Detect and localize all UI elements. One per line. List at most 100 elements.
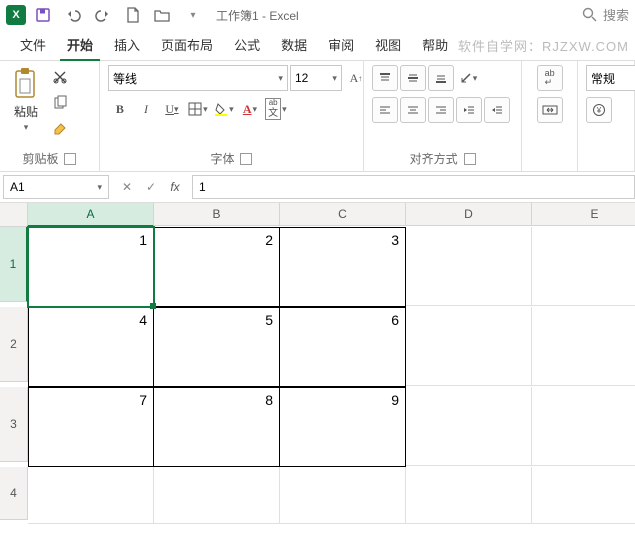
cell-A4[interactable] <box>28 467 154 524</box>
cell-A2[interactable]: 4 <box>28 307 154 387</box>
undo-button[interactable] <box>60 2 86 28</box>
spreadsheet-grid: A B C D E 1 1 2 3 2 4 5 6 3 7 8 9 4 <box>0 203 635 524</box>
italic-button[interactable]: I <box>134 97 158 121</box>
formula-value: 1 <box>199 180 206 194</box>
number-format-select[interactable]: 常规 <box>586 65 635 91</box>
paste-label: 粘贴 <box>14 103 38 120</box>
decrease-indent-button[interactable] <box>456 97 482 123</box>
col-header-E[interactable]: E <box>532 203 635 226</box>
underline-button[interactable]: U ▾ <box>160 97 184 121</box>
font-dialog-launcher[interactable] <box>240 153 252 165</box>
formula-bar[interactable]: 1 <box>192 175 635 199</box>
cell-B2[interactable]: 5 <box>154 307 280 387</box>
cell-D1[interactable] <box>406 227 532 306</box>
font-name-value: 等线 <box>113 70 137 87</box>
cell-C2[interactable]: 6 <box>280 307 406 387</box>
paste-button[interactable]: 粘贴 ▾ <box>8 65 44 135</box>
row-header-3[interactable]: 3 <box>0 387 28 462</box>
currency-button[interactable]: ¥ <box>586 97 612 123</box>
align-middle-button[interactable] <box>400 65 426 91</box>
cell-E4[interactable] <box>532 467 635 524</box>
align-center-button[interactable] <box>400 97 426 123</box>
open-button[interactable] <box>150 2 176 28</box>
col-header-A[interactable]: A <box>28 203 154 227</box>
tab-insert[interactable]: 插入 <box>104 29 150 60</box>
svg-text:¥: ¥ <box>596 106 602 115</box>
cell-D3[interactable] <box>406 387 532 466</box>
chevron-down-icon: ▾ <box>97 182 102 193</box>
font-size-value: 12 <box>295 71 308 85</box>
watermark-text: 软件自学网：RJZXW.COM <box>458 36 629 55</box>
tab-home[interactable]: 开始 <box>57 29 103 60</box>
cell-E2[interactable] <box>532 307 635 386</box>
cell-C1[interactable]: 3 <box>280 227 406 307</box>
tab-file[interactable]: 文件 <box>10 29 56 60</box>
merge-center-button[interactable] <box>537 97 563 123</box>
align-top-button[interactable] <box>372 65 398 91</box>
cell-A1[interactable]: 1 <box>28 227 154 307</box>
bold-button[interactable]: B <box>108 97 132 121</box>
clipboard-dialog-launcher[interactable] <box>64 153 76 165</box>
redo-button[interactable] <box>90 2 116 28</box>
font-name-select[interactable]: 等线 ▾ <box>108 65 288 91</box>
row-header-4[interactable]: 4 <box>0 467 28 520</box>
cell-A3[interactable]: 7 <box>28 387 154 467</box>
cancel-formula-button[interactable]: ✕ <box>116 176 138 198</box>
row-header-2[interactable]: 2 <box>0 307 28 382</box>
col-header-C[interactable]: C <box>280 203 406 226</box>
fill-color-button[interactable]: ▾ <box>212 97 236 121</box>
align-group-label: 对齐方式 <box>410 150 458 167</box>
copy-button[interactable] <box>48 91 72 115</box>
clipboard-icon <box>12 67 40 101</box>
cell-B4[interactable] <box>154 467 280 524</box>
save-button[interactable] <box>30 2 56 28</box>
wrap-text-button[interactable]: ab↵ <box>537 65 563 91</box>
cell-E3[interactable] <box>532 387 635 466</box>
doc-title: 工作簿1 - Excel <box>216 7 299 24</box>
cell-D2[interactable] <box>406 307 532 386</box>
cell-B3[interactable]: 8 <box>154 387 280 467</box>
cell-D4[interactable] <box>406 467 532 524</box>
tab-review[interactable]: 审阅 <box>318 29 364 60</box>
new-file-button[interactable] <box>120 2 146 28</box>
cell-E1[interactable] <box>532 227 635 306</box>
font-color-button[interactable]: A▾ <box>238 97 262 121</box>
number-format-value: 常规 <box>591 70 615 87</box>
font-group-label: 字体 <box>210 150 234 167</box>
col-header-B[interactable]: B <box>154 203 280 226</box>
font-size-select[interactable]: 12 ▾ <box>290 65 342 91</box>
clipboard-group-label: 剪贴板 <box>22 150 58 167</box>
increase-indent-button[interactable] <box>484 97 510 123</box>
tab-view[interactable]: 视图 <box>365 29 411 60</box>
select-all-corner[interactable] <box>0 203 28 227</box>
chevron-down-icon: ▾ <box>24 122 29 133</box>
tab-page-layout[interactable]: 页面布局 <box>151 29 223 60</box>
fill-handle[interactable] <box>150 303 156 309</box>
tab-formulas[interactable]: 公式 <box>224 29 270 60</box>
orientation-button[interactable]: ▾ <box>456 66 480 90</box>
qat-customize-button[interactable]: ▾ <box>180 2 206 28</box>
chevron-down-icon: ▾ <box>332 73 337 84</box>
accept-formula-button[interactable]: ✓ <box>140 176 162 198</box>
cut-button[interactable] <box>48 65 72 89</box>
borders-button[interactable]: ▾ <box>186 97 210 121</box>
align-bottom-button[interactable] <box>428 65 454 91</box>
tab-data[interactable]: 数据 <box>271 29 317 60</box>
cell-C3[interactable]: 9 <box>280 387 406 467</box>
fx-button[interactable]: fx <box>164 176 186 198</box>
row-header-1[interactable]: 1 <box>0 227 28 302</box>
cell-B1[interactable]: 2 <box>154 227 280 307</box>
search-box[interactable]: 搜索 <box>582 5 629 25</box>
col-header-D[interactable]: D <box>406 203 532 226</box>
align-dialog-launcher[interactable] <box>464 153 476 165</box>
tab-help[interactable]: 帮助 <box>412 29 458 60</box>
chevron-down-icon: ▾ <box>278 73 283 84</box>
cell-C4[interactable] <box>280 467 406 524</box>
name-box[interactable]: A1 ▾ <box>3 175 109 199</box>
ribbon-tabs: 文件 开始 插入 页面布局 公式 数据 审阅 视图 帮助 软件自学网：RJZXW… <box>0 30 635 61</box>
align-left-button[interactable] <box>372 97 398 123</box>
search-placeholder: 搜索 <box>603 5 629 24</box>
format-painter-button[interactable] <box>48 117 72 141</box>
phonetic-button[interactable]: ab文▾ <box>264 97 288 121</box>
align-right-button[interactable] <box>428 97 454 123</box>
